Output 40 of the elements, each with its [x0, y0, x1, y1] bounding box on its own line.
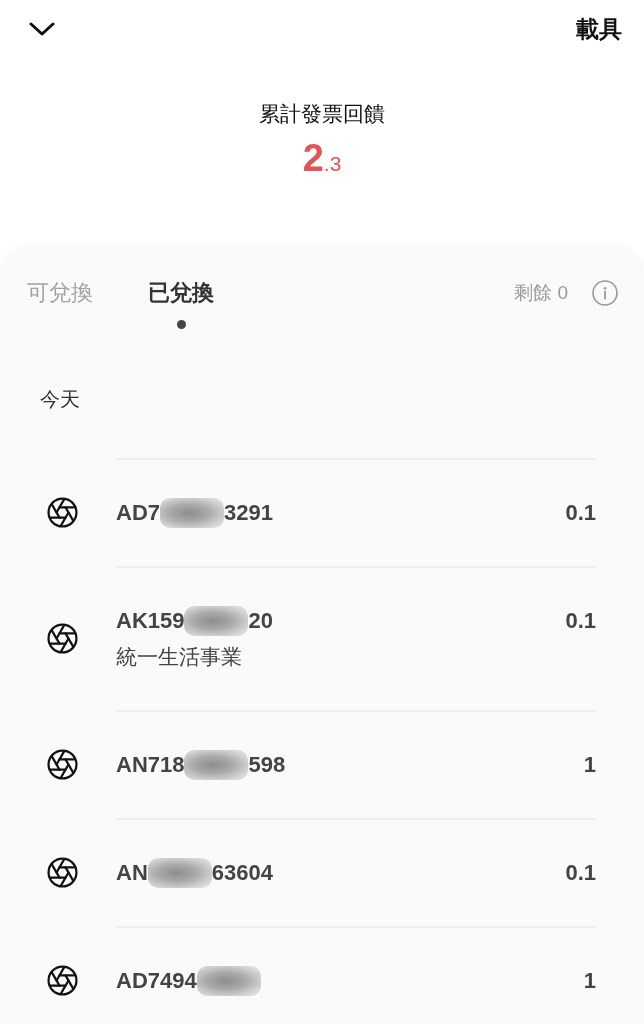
- reward-amount: 1: [583, 751, 596, 779]
- remaining-count: 剩餘 0: [514, 281, 568, 305]
- aperture-icon: [47, 622, 78, 654]
- invoice-number: 3291: [224, 499, 273, 527]
- invoice-row[interactable]: AN 63604 0.1: [0, 818, 644, 926]
- info-icon: [592, 280, 618, 306]
- invoice-number: AD7: [116, 499, 160, 527]
- store-name: 統一生活事業: [116, 644, 243, 670]
- redaction-scribble: [160, 498, 224, 528]
- invoice-number: 63604: [211, 859, 273, 887]
- aperture-icon: [47, 964, 78, 996]
- invoice-number: AK159: [116, 607, 185, 635]
- reward-amount: 0.1: [565, 499, 596, 527]
- tab[interactable]: 已兌換: [148, 279, 214, 307]
- aperture-icon: [47, 856, 78, 888]
- summary-label: 累計發票回饋: [259, 101, 385, 127]
- redaction-scribble: [184, 750, 249, 780]
- reward-amount: 0.1: [565, 859, 596, 887]
- chevron-down-icon: [29, 21, 55, 37]
- active-tab-dot-icon: [176, 320, 186, 329]
- invoice-row[interactable]: AK159 20 統一生活事業 0.1: [0, 566, 644, 710]
- invoice-number: AD7494: [116, 967, 197, 995]
- invoice-row[interactable]: AN718 598 1: [0, 710, 644, 818]
- invoice-row[interactable]: AD7494 1: [0, 926, 644, 1024]
- info-button[interactable]: [592, 280, 618, 306]
- date-heading: 今天: [39, 387, 81, 412]
- invoice-number: 20: [248, 607, 273, 635]
- reward-amount: 0.1: [565, 607, 596, 635]
- redaction-scribble: [147, 858, 212, 888]
- carrier-button[interactable]: 載具: [576, 15, 622, 43]
- reward-total: 2.3: [302, 136, 342, 181]
- invoice-number: AN: [116, 859, 148, 887]
- invoice-number: 598: [248, 751, 286, 779]
- aperture-icon: [47, 496, 78, 528]
- reward-amount: 1: [583, 967, 596, 995]
- redaction-scribble: [196, 966, 261, 996]
- redaction-scribble: [184, 606, 249, 636]
- invoice-number: AN718: [116, 751, 185, 779]
- invoice-row[interactable]: AD7 3291 0.1: [0, 458, 644, 566]
- aperture-icon: [47, 748, 78, 780]
